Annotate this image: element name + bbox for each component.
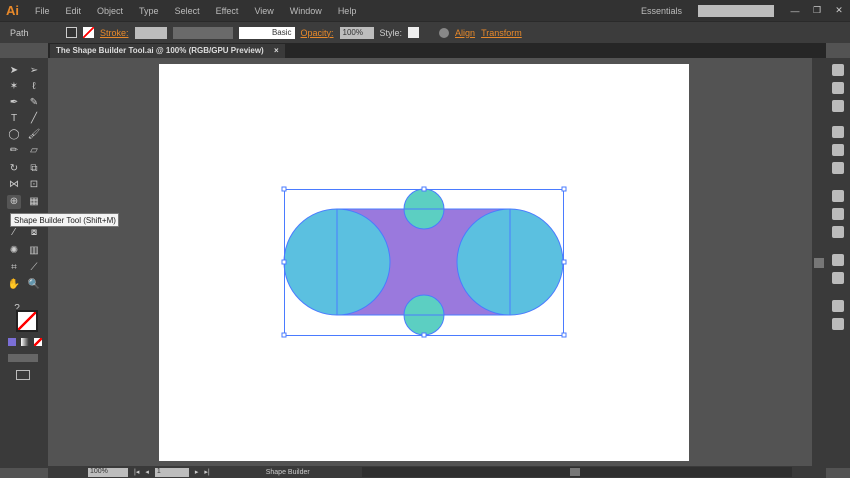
color-panel-icon[interactable] (832, 64, 844, 76)
prev-artboard-button[interactable]: ◂ (145, 468, 149, 476)
gradient-panel-icon[interactable] (832, 208, 844, 220)
vertical-scrollbar[interactable] (812, 58, 826, 466)
status-bar: 100% |◂ ◂ 1 ▸ ▸| Shape Builder (48, 466, 826, 478)
artboard-number-field[interactable]: 1 (154, 467, 189, 477)
horizontal-scroll-thumb[interactable] (569, 468, 580, 476)
first-artboard-button[interactable]: |◂ (134, 468, 139, 476)
stroke-panel-icon[interactable] (832, 190, 844, 202)
layers-icon[interactable] (832, 300, 844, 312)
artboards-panel-icon[interactable] (832, 318, 844, 330)
assets-icon[interactable] (832, 272, 844, 284)
appearance-icon[interactable] (832, 100, 844, 112)
color-guide-icon[interactable] (832, 82, 844, 94)
artwork[interactable] (0, 0, 850, 478)
symbols-icon[interactable] (832, 162, 844, 174)
panel-dock (826, 58, 850, 468)
last-artboard-button[interactable]: ▸| (204, 468, 209, 476)
vertical-scroll-thumb[interactable] (814, 258, 824, 268)
horizontal-scrollbar[interactable] (361, 467, 792, 477)
graphic-styles-icon[interactable] (832, 254, 844, 266)
next-artboard-button[interactable]: ▸ (195, 468, 199, 476)
tool-tooltip: Shape Builder Tool (Shift+M) (10, 213, 119, 227)
brushes-icon[interactable] (832, 144, 844, 156)
zoom-field[interactable]: 100% (88, 467, 128, 477)
swatches-icon[interactable] (832, 126, 844, 138)
transparency-icon[interactable] (832, 226, 844, 238)
current-tool-status[interactable]: Shape Builder (266, 469, 356, 476)
